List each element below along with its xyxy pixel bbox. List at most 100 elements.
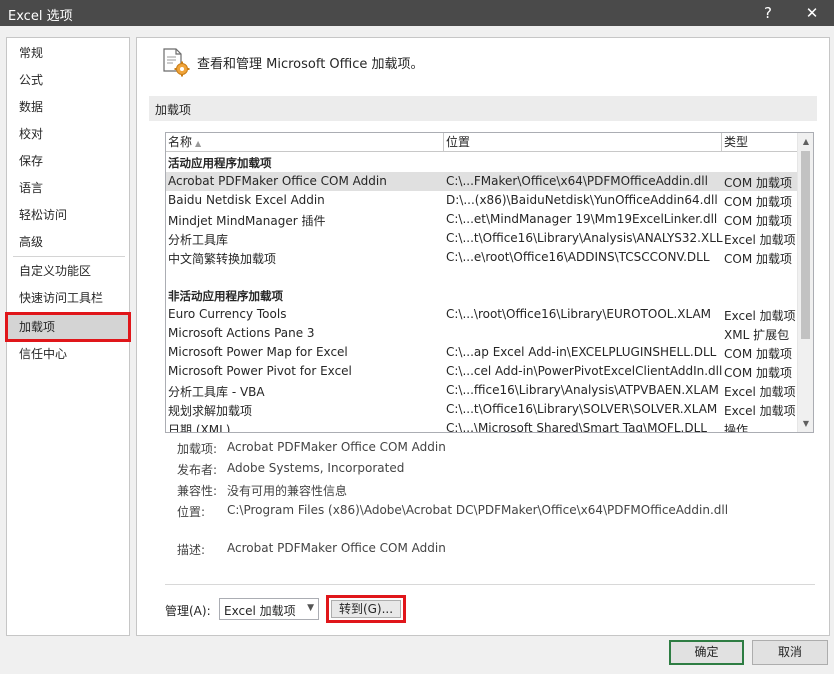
detail-value: C:\Program Files (x86)\Adobe\Acrobat DC\… — [227, 503, 729, 517]
divider — [165, 584, 815, 585]
table-row[interactable]: Mindjet MindManager 插件 C:\...et\MindMana… — [166, 210, 799, 229]
sidebar-item-accessibility[interactable]: 轻松访问 — [8, 203, 128, 227]
sidebar-item-language[interactable]: 语言 — [8, 176, 128, 200]
column-header-location[interactable]: 位置 — [444, 133, 722, 152]
close-icon[interactable]: ✕ — [792, 0, 832, 26]
detail-label: 加载项: — [177, 442, 218, 456]
addin-name: Microsoft Actions Pane 3 — [168, 326, 315, 340]
ok-button[interactable]: 确定 — [669, 640, 744, 665]
table-row[interactable]: 分析工具库 - VBA C:\...ffice16\Library\Analys… — [166, 381, 799, 400]
table-row[interactable]: 分析工具库 C:\...t\Office16\Library\Analysis\… — [166, 229, 799, 248]
sidebar-item-quick-access-toolbar[interactable]: 快速访问工具栏 — [8, 286, 128, 310]
addin-type: COM 加载项 — [724, 195, 792, 209]
goto-button-highlight: 转到(G)... — [326, 595, 406, 623]
addin-location: C:\...\Microsoft Shared\Smart Tag\MOFL.D… — [446, 421, 707, 433]
group-header-inactive: 非活动应用程序加载项 — [166, 286, 799, 305]
detail-publisher: 发布者: Adobe Systems, Incorporated — [177, 461, 817, 479]
addin-name: 规划求解加载项 — [168, 404, 253, 418]
group-label: 活动应用程序加载项 — [168, 156, 272, 170]
scroll-down-icon[interactable]: ▼ — [798, 415, 813, 432]
sidebar-item-formulas[interactable]: 公式 — [8, 68, 128, 92]
cancel-button[interactable]: 取消 — [752, 640, 828, 665]
addin-location: C:\...e\root\Office16\ADDINS\TCSCCONV.DL… — [446, 250, 710, 264]
sidebar-item-data[interactable]: 数据 — [8, 95, 128, 119]
manage-dropdown[interactable]: Excel 加载项 ▼ — [219, 598, 319, 620]
group-header-active: 活动应用程序加载项 — [166, 153, 799, 172]
list-header: 名称 ▲ 位置 类型 — [166, 133, 799, 153]
table-row[interactable]: 日期 (XML) C:\...\Microsoft Shared\Smart T… — [166, 419, 799, 433]
detail-value: 没有可用的兼容性信息 — [227, 484, 348, 498]
options-sidebar: 常规 公式 数据 校对 保存 语言 轻松访问 高级 自定义功能区 快速访问工具栏… — [5, 37, 131, 636]
window-title: Excel 选项 — [8, 9, 73, 24]
addin-gear-icon — [163, 48, 190, 77]
detail-value: Acrobat PDFMaker Office COM Addin — [227, 440, 446, 454]
page-title: 查看和管理 Microsoft Office 加载项。 — [197, 57, 424, 72]
addin-location: C:\...cel Add-in\PowerPivotExcelClientAd… — [446, 364, 723, 378]
addin-type: Excel 加载项 — [724, 385, 796, 399]
table-row[interactable]: Microsoft Power Pivot for Excel C:\...ce… — [166, 362, 799, 381]
table-row[interactable]: 规划求解加载项 C:\...t\Office16\Library\SOLVER\… — [166, 400, 799, 419]
addin-name: Microsoft Power Map for Excel — [168, 345, 348, 359]
addin-type: Excel 加载项 — [724, 309, 796, 323]
chevron-down-icon: ▼ — [307, 603, 314, 613]
sort-ascending-icon: ▲ — [195, 139, 202, 148]
column-type-label: 类型 — [724, 135, 749, 149]
sidebar-item-trust-center[interactable]: 信任中心 — [8, 342, 128, 366]
help-icon[interactable]: ? — [748, 0, 788, 26]
detail-value: Acrobat PDFMaker Office COM Addin — [227, 541, 446, 555]
addin-location: C:\...\root\Office16\Library\EUROTOOL.XL… — [446, 307, 712, 321]
section-title: 加载项 — [155, 103, 192, 117]
addin-name: 中文简繁转换加载项 — [168, 252, 277, 266]
sidebar-item-addins[interactable]: 加载项 — [5, 312, 131, 342]
addin-name: 分析工具库 — [168, 233, 229, 247]
column-name-label: 名称 — [168, 135, 193, 149]
addin-name: 分析工具库 - VBA — [168, 385, 265, 399]
sidebar-item-save[interactable]: 保存 — [8, 149, 128, 173]
table-row[interactable]: Euro Currency Tools C:\...\root\Office16… — [166, 305, 799, 324]
column-header-name[interactable]: 名称 ▲ — [166, 133, 444, 152]
table-row[interactable]: Microsoft Actions Pane 3 XML 扩展包 — [166, 324, 799, 343]
list-scrollbar[interactable]: ▲ ▼ — [797, 133, 813, 432]
detail-description: 描述: Acrobat PDFMaker Office COM Addin — [177, 541, 817, 559]
table-row[interactable]: Acrobat PDFMaker Office COM Addin C:\...… — [166, 172, 799, 191]
table-row[interactable]: Microsoft Power Map for Excel C:\...ap E… — [166, 343, 799, 362]
addins-list[interactable]: 名称 ▲ 位置 类型 活动应用程序加载项 Acrobat PDFMaker Off… — [165, 132, 814, 433]
goto-button[interactable]: 转到(G)... — [331, 600, 401, 618]
addin-name: Acrobat PDFMaker Office COM Addin — [168, 174, 387, 188]
detail-compatibility: 兼容性: 没有可用的兼容性信息 — [177, 482, 817, 500]
addin-type: COM 加载项 — [724, 176, 792, 190]
addin-location: C:\...ap Excel Add-in\EXCELPLUGINSHELL.D… — [446, 345, 717, 359]
addin-type: Excel 加载项 — [724, 404, 796, 418]
scroll-up-icon[interactable]: ▲ — [798, 133, 813, 150]
manage-label: 管理(A): — [165, 604, 211, 618]
addin-location: C:\...t\Office16\Library\Analysis\ANALYS… — [446, 231, 723, 245]
addin-location: C:\...FMaker\Office\x64\PDFMOfficeAddin.… — [446, 174, 708, 188]
detail-label: 发布者: — [177, 463, 218, 477]
sidebar-item-general[interactable]: 常规 — [8, 41, 128, 65]
addin-type: COM 加载项 — [724, 252, 792, 266]
detail-value: Adobe Systems, Incorporated — [227, 461, 405, 475]
detail-label: 兼容性: — [177, 484, 218, 498]
addin-type: COM 加载项 — [724, 347, 792, 361]
manage-selected-value: Excel 加载项 — [224, 604, 296, 618]
addin-name: Mindjet MindManager 插件 — [168, 214, 326, 228]
sidebar-item-customize-ribbon[interactable]: 自定义功能区 — [8, 259, 128, 283]
addin-name: Microsoft Power Pivot for Excel — [168, 364, 352, 378]
addin-type: COM 加载项 — [724, 214, 792, 228]
sidebar-item-proofing[interactable]: 校对 — [8, 122, 128, 146]
column-header-type[interactable]: 类型 — [722, 133, 799, 152]
scrollbar-thumb[interactable] — [801, 151, 810, 339]
detail-label: 描述: — [177, 543, 206, 557]
group-label: 非活动应用程序加载项 — [168, 289, 283, 303]
addin-name: Baidu Netdisk Excel Addin — [168, 193, 325, 207]
sidebar-divider — [13, 256, 125, 257]
addin-name: Euro Currency Tools — [168, 307, 287, 321]
addin-location: C:\...t\Office16\Library\SOLVER\SOLVER.X… — [446, 402, 718, 416]
table-row[interactable]: Baidu Netdisk Excel Addin D:\...(x86)\Ba… — [166, 191, 799, 210]
sidebar-item-advanced[interactable]: 高级 — [8, 230, 128, 254]
table-row[interactable]: 中文简繁转换加载项 C:\...e\root\Office16\ADDINS\T… — [166, 248, 799, 267]
addin-location: D:\...(x86)\BaiduNetdisk\YunOfficeAddin6… — [446, 193, 718, 207]
addin-location: C:\...et\MindManager 19\Mm19ExcelLinker.… — [446, 212, 718, 226]
title-bar: Excel 选项 ? ✕ — [0, 0, 834, 26]
addin-type: COM 加载项 — [724, 366, 792, 380]
